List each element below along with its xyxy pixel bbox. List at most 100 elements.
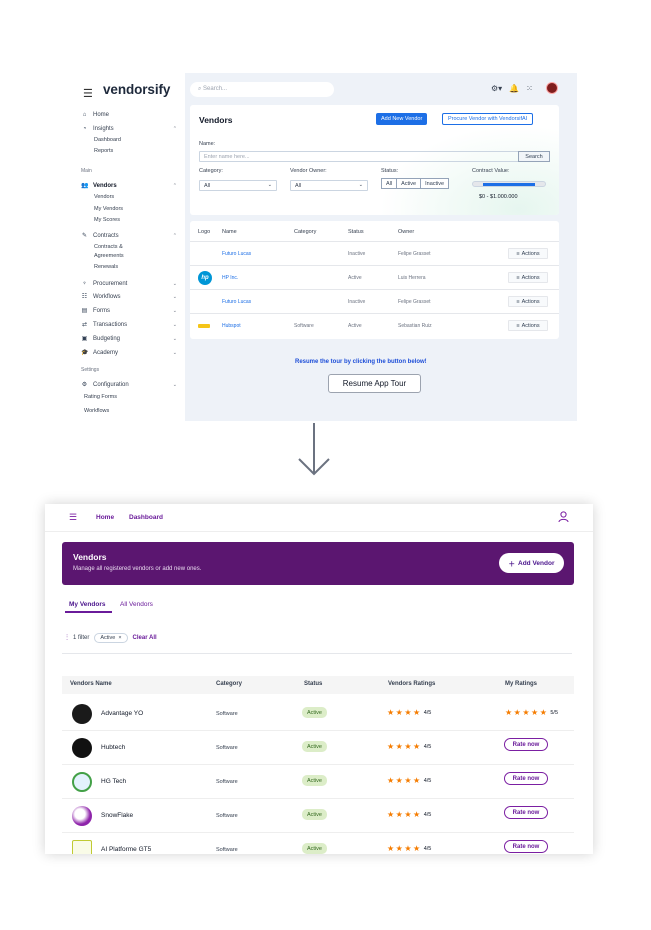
users-icon: 👥 — [81, 183, 89, 189]
star-icon: ★ — [404, 708, 412, 717]
table-row[interactable]: Advantage YO Software Active ★ ★ ★ ★ 4/5 ★ ★ ★… — [62, 697, 574, 731]
user-icon[interactable] — [558, 511, 569, 523]
add-vendor-button[interactable]: ＋ Add Vendor — [499, 553, 564, 573]
vendor-name-link[interactable]: HP Inc. — [222, 275, 238, 281]
star-icon: ★ — [404, 776, 412, 785]
nav-contracts-agreements-1[interactable]: Contracts & — [94, 244, 123, 250]
procure-vendor-button[interactable]: Procure Vendor with VendorsifAI — [442, 113, 534, 125]
vendor-name: SnowFlake — [101, 812, 134, 819]
star-icon: ★ — [395, 708, 403, 717]
nav-academy[interactable]: 🎓 Academy ⌄ — [81, 348, 177, 357]
vendor-status: Inactive — [348, 251, 366, 257]
chevron-down-icon: ⌄ — [172, 280, 177, 287]
vendor-owner-select[interactable]: All ⌄ — [290, 180, 368, 191]
vendor-name-link[interactable]: Futuro Lucas — [222, 251, 251, 257]
chevron-down-icon: ⌄ — [172, 335, 177, 342]
nav-forms[interactable]: ▤ Forms ⌄ — [81, 306, 177, 315]
vendor-owner: Felipe Grasset — [398, 251, 431, 257]
trophy-icon: ♆ — [82, 280, 87, 287]
search-button[interactable]: Search — [518, 151, 550, 162]
nav-vendors-sub[interactable]: Vendors — [94, 194, 114, 200]
status-option-all[interactable]: All — [382, 179, 398, 188]
star-icon: ★ — [505, 708, 513, 717]
nav-rating-forms[interactable]: Rating Forms — [84, 394, 117, 400]
tab-all-vendors[interactable]: All Vendors — [120, 601, 153, 608]
settings-icon[interactable]: ⚙▾ — [491, 84, 502, 93]
avatar[interactable] — [546, 82, 558, 94]
search-input[interactable]: ⌕ Search... — [190, 82, 334, 97]
table-row[interactable]: AI Platforme GT5 Software Active ★ ★ ★ ★ 4/5… — [62, 833, 574, 854]
vendor-name-link[interactable]: Hubspot — [222, 323, 241, 329]
menu-icon[interactable]: ☰ — [69, 512, 77, 523]
table-row: Futuro Lucas Inactive Felipe Grasset ≡ Ac… — [190, 289, 559, 313]
vendor-owner: Sebastian Ruiz — [398, 323, 432, 329]
header-name: Name — [222, 229, 237, 235]
chevron-up-icon: ⌃ — [172, 125, 177, 132]
status-badge: Active — [302, 707, 327, 718]
tab-my-vendors[interactable]: My Vendors — [69, 601, 105, 608]
name-field[interactable]: Enter name here... — [199, 151, 519, 162]
vendor-category: Software — [216, 847, 238, 853]
nav-procurement[interactable]: ♆ Procurement ⌄ — [81, 279, 177, 288]
nav-vendors[interactable]: 👥 Vendors ⌃ — [81, 181, 177, 190]
contract-value-label: Contract Value: — [472, 168, 510, 174]
nav-dashboard[interactable]: Dashboard — [129, 514, 163, 521]
clear-all-link[interactable]: Clear All — [133, 635, 157, 641]
nav-contracts[interactable]: ✎ Contracts ⌃ — [81, 231, 177, 240]
nav-my-scores[interactable]: My Scores — [94, 217, 120, 223]
brand-logo: vendorsify — [103, 82, 171, 97]
nav-insights[interactable]: ◔ Insights ⌃ — [81, 124, 177, 133]
status-badge: Active — [302, 741, 327, 752]
close-icon[interactable]: × — [118, 635, 121, 641]
star-icon: ★ — [413, 844, 421, 853]
actions-button[interactable]: ≡ Actions — [508, 272, 548, 283]
vendor-logo — [72, 806, 92, 826]
actions-button[interactable]: ≡ Actions — [508, 296, 548, 307]
add-new-vendor-button[interactable]: Add New Vendor — [376, 113, 428, 125]
table-row[interactable]: SnowFlake Software Active ★ ★ ★ ★ 4/5 Rate n… — [62, 799, 574, 833]
category-select[interactable]: All ⌄ — [199, 180, 277, 191]
resume-tour-button[interactable]: Resume App Tour — [328, 374, 421, 393]
nav-contracts-agreements-2[interactable]: Agreements — [94, 253, 124, 259]
chevron-up-icon: ⌃ — [172, 232, 177, 239]
rate-now-button[interactable]: Rate now — [504, 772, 548, 785]
status-option-inactive[interactable]: Inactive — [421, 179, 448, 188]
contract-value-slider[interactable] — [472, 181, 546, 187]
nav-reports[interactable]: Reports — [94, 148, 113, 154]
table-row[interactable]: HG Tech Software Active ★ ★ ★ ★ 4/5 Rate now — [62, 765, 574, 799]
table-row: Futuro Lucas Inactive Felipe Grasset ≡ Ac… — [190, 241, 559, 265]
rate-now-button[interactable]: Rate now — [504, 840, 548, 853]
actions-button[interactable]: ≡ Actions — [508, 320, 548, 331]
home-icon: ⌂ — [82, 111, 87, 118]
money-icon: ▣ — [81, 336, 88, 342]
filter-chip[interactable]: Active × — [94, 633, 128, 643]
menu-lines-icon: ≡ — [516, 298, 520, 305]
apps-grid-icon[interactable]: ⁙ — [526, 84, 533, 93]
chevron-down-icon: ⌄ — [358, 182, 363, 188]
actions-button[interactable]: ≡ Actions — [508, 248, 548, 259]
notification-icon[interactable]: 🔔 — [509, 84, 519, 93]
filter-icon[interactable]: ⫶ — [66, 633, 68, 643]
nav-configuration[interactable]: ⚙ Configuration ⌄ — [81, 380, 177, 389]
table-row[interactable]: Hubtech Software Active ★ ★ ★ ★ 4/5 Rate now — [62, 731, 574, 765]
chevron-down-icon: ⌄ — [172, 349, 177, 356]
nav-renewals[interactable]: Renewals — [94, 264, 118, 270]
chevron-down-icon: ⌄ — [172, 293, 177, 300]
nav-workflows[interactable]: ☷ Workflows ⌄ — [81, 292, 177, 301]
nav-budgeting[interactable]: ▣ Budgeting ⌄ — [81, 334, 177, 343]
table-row: Hubspot Software Active Sebastian Ruiz ≡… — [190, 313, 559, 337]
nav-transactions[interactable]: ⇄ Transactions ⌄ — [81, 320, 177, 329]
nav-dashboard[interactable]: Dashboard — [94, 137, 121, 143]
rate-now-button[interactable]: Rate now — [504, 806, 548, 819]
rate-now-button[interactable]: Rate now — [504, 738, 548, 751]
menu-icon[interactable]: ☰ — [83, 87, 93, 100]
nav-my-vendors[interactable]: My Vendors — [94, 206, 123, 212]
vendor-logo — [72, 738, 92, 758]
nav-home[interactable]: Home — [96, 514, 114, 521]
status-option-active[interactable]: Active — [397, 179, 422, 188]
gears-icon: ⚙ — [81, 382, 88, 388]
nav-workflows-2[interactable]: Workflows — [84, 408, 109, 414]
vendor-name-link[interactable]: Futuro Lucas — [222, 299, 251, 305]
star-icon: ★ — [404, 844, 412, 853]
nav-home[interactable]: ⌂ Home — [81, 110, 177, 119]
